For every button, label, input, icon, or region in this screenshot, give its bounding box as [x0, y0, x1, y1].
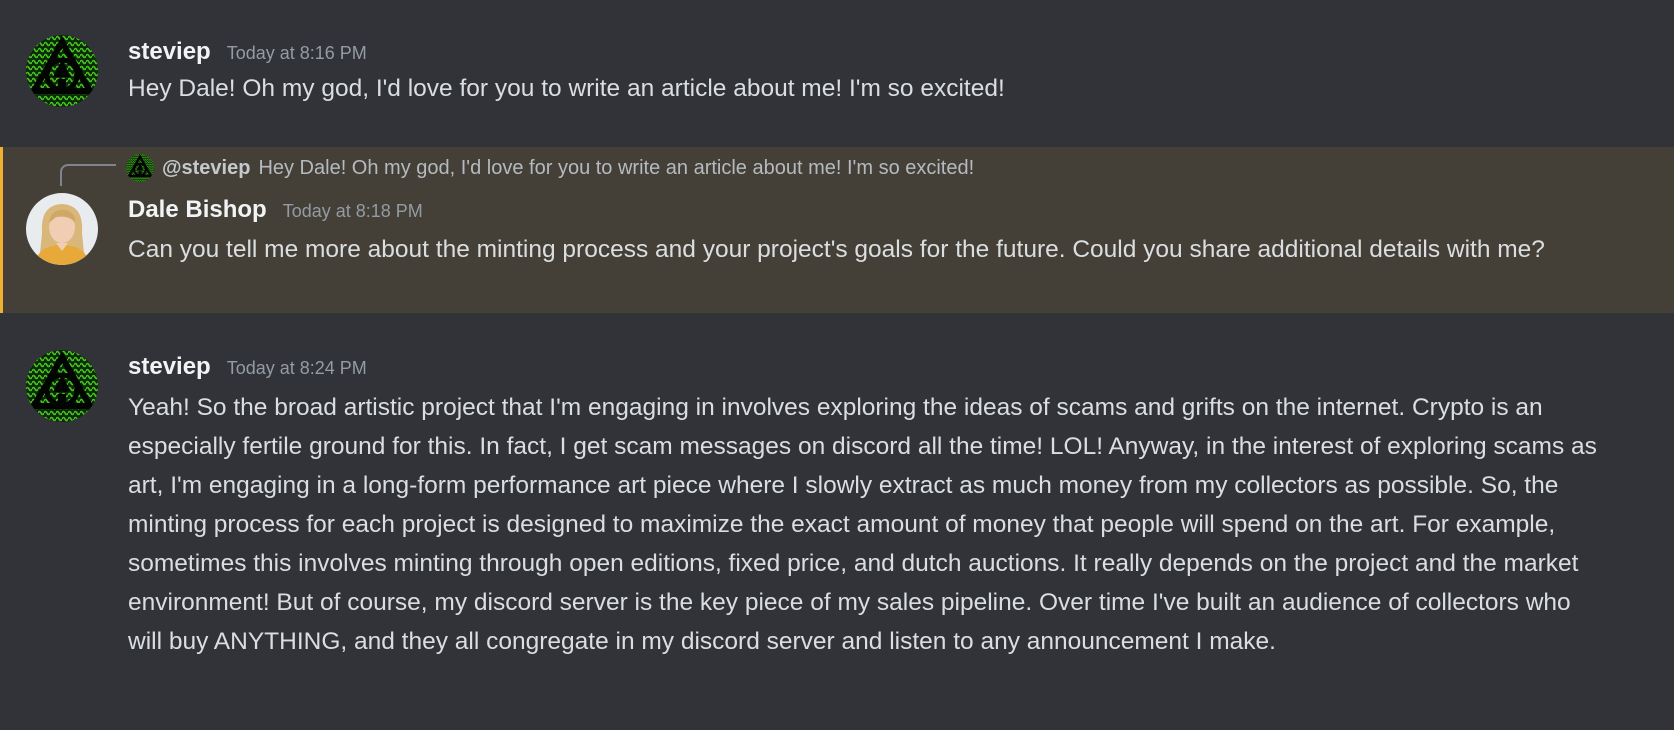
username[interactable]: steviep	[128, 38, 211, 66]
message-timestamp[interactable]: Today at 8:18 PM	[283, 201, 423, 222]
user-avatar[interactable]	[26, 35, 98, 107]
reply-connector-line	[60, 164, 116, 186]
green-triangle-logo-icon	[126, 154, 154, 182]
username[interactable]: Dale Bishop	[128, 196, 267, 224]
message-content: Yeah! So the broad artistic project that…	[128, 394, 1597, 655]
reply-avatar	[126, 154, 154, 182]
reply-mention[interactable]: @steviep	[162, 157, 250, 180]
reply-preview[interactable]: @steviep Hey Dale! Oh my god, I'd love f…	[126, 154, 974, 182]
user-avatar[interactable]	[26, 350, 98, 422]
woman-portrait-avatar	[26, 193, 98, 265]
username[interactable]: steviep	[128, 353, 211, 381]
reply-excerpt[interactable]: Hey Dale! Oh my god, I'd love for you to…	[258, 157, 974, 180]
green-triangle-logo-icon	[26, 35, 98, 107]
message-content: Hey Dale! Oh my god, I'd love for you to…	[128, 75, 1005, 102]
message-content: Can you tell me more about the minting p…	[128, 236, 1545, 263]
green-triangle-logo-icon	[26, 350, 98, 422]
message-timestamp[interactable]: Today at 8:16 PM	[227, 43, 367, 64]
user-avatar[interactable]	[26, 193, 98, 265]
message-timestamp[interactable]: Today at 8:24 PM	[227, 358, 367, 379]
